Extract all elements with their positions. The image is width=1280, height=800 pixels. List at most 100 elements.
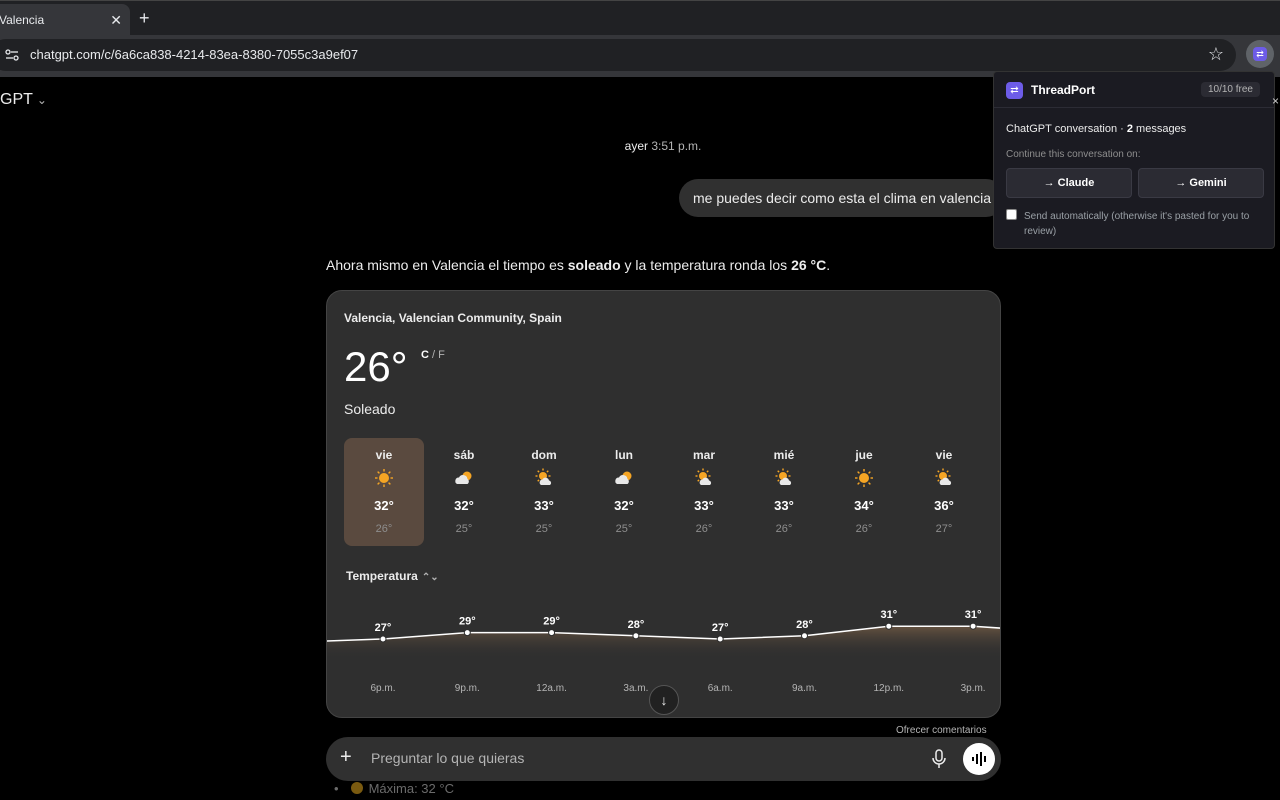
browser-tab-strip: Valencia ✕ + [0,0,1280,36]
chart-x-tick-label: 9a.m. [792,683,817,694]
sun-icon [375,469,393,487]
sun-cloud-icon [695,468,712,485]
day-name: mar [692,448,715,462]
partly-cloudy-icon [615,471,632,484]
chevron-updown-icon: ⌃⌄ [421,572,439,583]
day-high: 32° [614,498,634,513]
forecast-day[interactable]: mar 33° 26° [664,438,744,546]
sun-dot-icon [350,782,363,794]
add-attachment-icon[interactable]: + [340,746,352,769]
chart-point[interactable] [801,632,808,640]
browser-tab[interactable]: Valencia ✕ [0,4,130,36]
daily-forecast: vie 32° 26° sáb 32° 25° dom 33° 25° lun 32° 25° mar 3… [344,438,984,546]
chart-data-label: 29° [543,616,560,628]
chart-x-tick-label: 3a.m. [623,683,648,694]
forecast-day[interactable]: lun 32° 25° [584,438,664,546]
model-name: GPT [0,91,33,108]
bookmark-star-icon[interactable]: ☆ [1208,44,1224,65]
url-text[interactable]: chatgpt.com/c/6a6ca838-4214-83ea-8380-70… [30,47,358,62]
chart-point[interactable] [885,622,893,630]
address-bar[interactable]: chatgpt.com/c/6a6ca838-4214-83ea-8380-70… [0,39,1236,71]
unit-fahrenheit[interactable]: F [438,349,445,361]
day-high: 34° [854,498,874,513]
assistant-answer: Ahora mismo en Valencia el tiempo es sol… [326,257,830,273]
chart-x-tick-label: 12a.m. [536,683,567,694]
day-low: 26° [375,523,393,535]
day-low: 25° [535,523,553,535]
day-high: 33° [534,498,554,513]
continue-gemini-button[interactable]: → Gemini [1138,168,1264,198]
sun-cloud-icon [775,468,792,485]
forecast-day[interactable]: vie 32° 26° [344,438,424,546]
day-name: sáb [453,448,475,462]
continue-label: Continue this conversation on: [1006,149,1141,160]
answer-text: . [826,257,831,273]
weather-card: Valencia, Valencian Community, Spain 26°… [326,290,1001,718]
new-tab-icon[interactable]: + [139,8,150,29]
forecast-day[interactable]: mié 33° 26° [744,438,824,546]
day-low: 25° [615,523,633,535]
chart-point[interactable] [548,629,556,637]
sun-cloud-icon [535,468,552,485]
forecast-day[interactable]: sáb 32° 25° [424,438,504,546]
microphone-icon[interactable] [931,749,947,769]
voice-waveform-icon [972,752,986,766]
threadport-extension-button[interactable]: ⇄ [1246,40,1274,68]
day-name: lun [615,448,633,462]
chart-point[interactable] [379,635,387,643]
auto-send-label: Send automatically (otherwise it's paste… [1024,211,1250,237]
chart-point[interactable] [632,632,640,640]
chart-x-tick-label: 3p.m. [961,683,986,694]
chart-point[interactable] [463,629,471,637]
arrow-down-icon: ↓ [660,692,668,708]
chart-x-tick-label: 6p.m. [370,683,395,694]
popup-header: ⇄ ThreadPort 10/10 free [994,72,1274,108]
day-name: vie [935,448,953,462]
forecast-day[interactable]: jue 34° 26° [824,438,904,546]
answer-text: Ahora mismo en Valencia el tiempo es [326,257,568,273]
partially-hidden-list-item: • Máxima: 32 °C [334,781,454,796]
screen: Valencia ✕ + chatgpt.com/c/6a6ca838-4214… [0,0,1280,800]
tab-title: Valencia [0,13,45,27]
quota-badge: 10/10 free [1200,82,1260,97]
day-high: 33° [694,498,714,513]
site-settings-icon[interactable] [4,47,20,63]
weather-location: Valencia, Valencian Community, Spain [344,311,562,325]
forecast-day[interactable]: dom 33° 25° [504,438,584,546]
chart-x-tick-label: 9p.m. [455,683,480,694]
scroll-down-button[interactable]: ↓ [649,685,679,715]
chart-point[interactable] [969,622,977,630]
auto-send-checkbox[interactable] [1006,209,1017,220]
chart-data-label: 28° [796,619,813,631]
day-high: 32° [374,498,394,513]
chevron-down-icon: ⌄ [36,93,47,107]
day-name: mié [773,448,795,462]
voice-mode-button[interactable] [963,743,995,775]
conv-prefix: ChatGPT conversation · [1006,123,1127,135]
timestamp-time: 3:51 p.m. [651,139,702,153]
threadport-logo-icon: ⇄ [1006,82,1023,99]
day-name: jue [855,448,873,462]
day-low: 26° [775,523,793,535]
weather-condition: Soleado [344,401,396,417]
chart-x-tick-label: 12p.m. [874,683,905,694]
feedback-link[interactable]: Ofrecer comentarios [896,725,987,736]
model-selector[interactable]: GPT ⌄ [0,91,47,109]
chart-data-label: 29° [459,616,476,628]
forecast-day[interactable]: vie 36° 27° [904,438,984,546]
hidden-line-text: Máxima: 32 °C [368,781,454,796]
continue-claude-button[interactable]: → Claude [1006,168,1132,198]
popup-title: ThreadPort [1031,83,1096,97]
day-low: 26° [855,523,873,535]
chart-point[interactable] [716,635,724,643]
prompt-input[interactable] [371,750,911,766]
chart-data-label: 28° [628,619,645,631]
unit-celsius[interactable]: C [421,349,429,361]
close-icon[interactable]: × [1272,94,1279,108]
day-low: 26° [695,523,713,535]
day-low: 27° [935,523,953,535]
close-tab-icon[interactable]: ✕ [110,12,122,29]
metric-selector[interactable]: Temperatura ⌃⌄ [346,569,439,583]
unit-toggle[interactable]: C / F [421,349,445,361]
message-timestamp: ayer 3:51 p.m. [600,139,726,153]
